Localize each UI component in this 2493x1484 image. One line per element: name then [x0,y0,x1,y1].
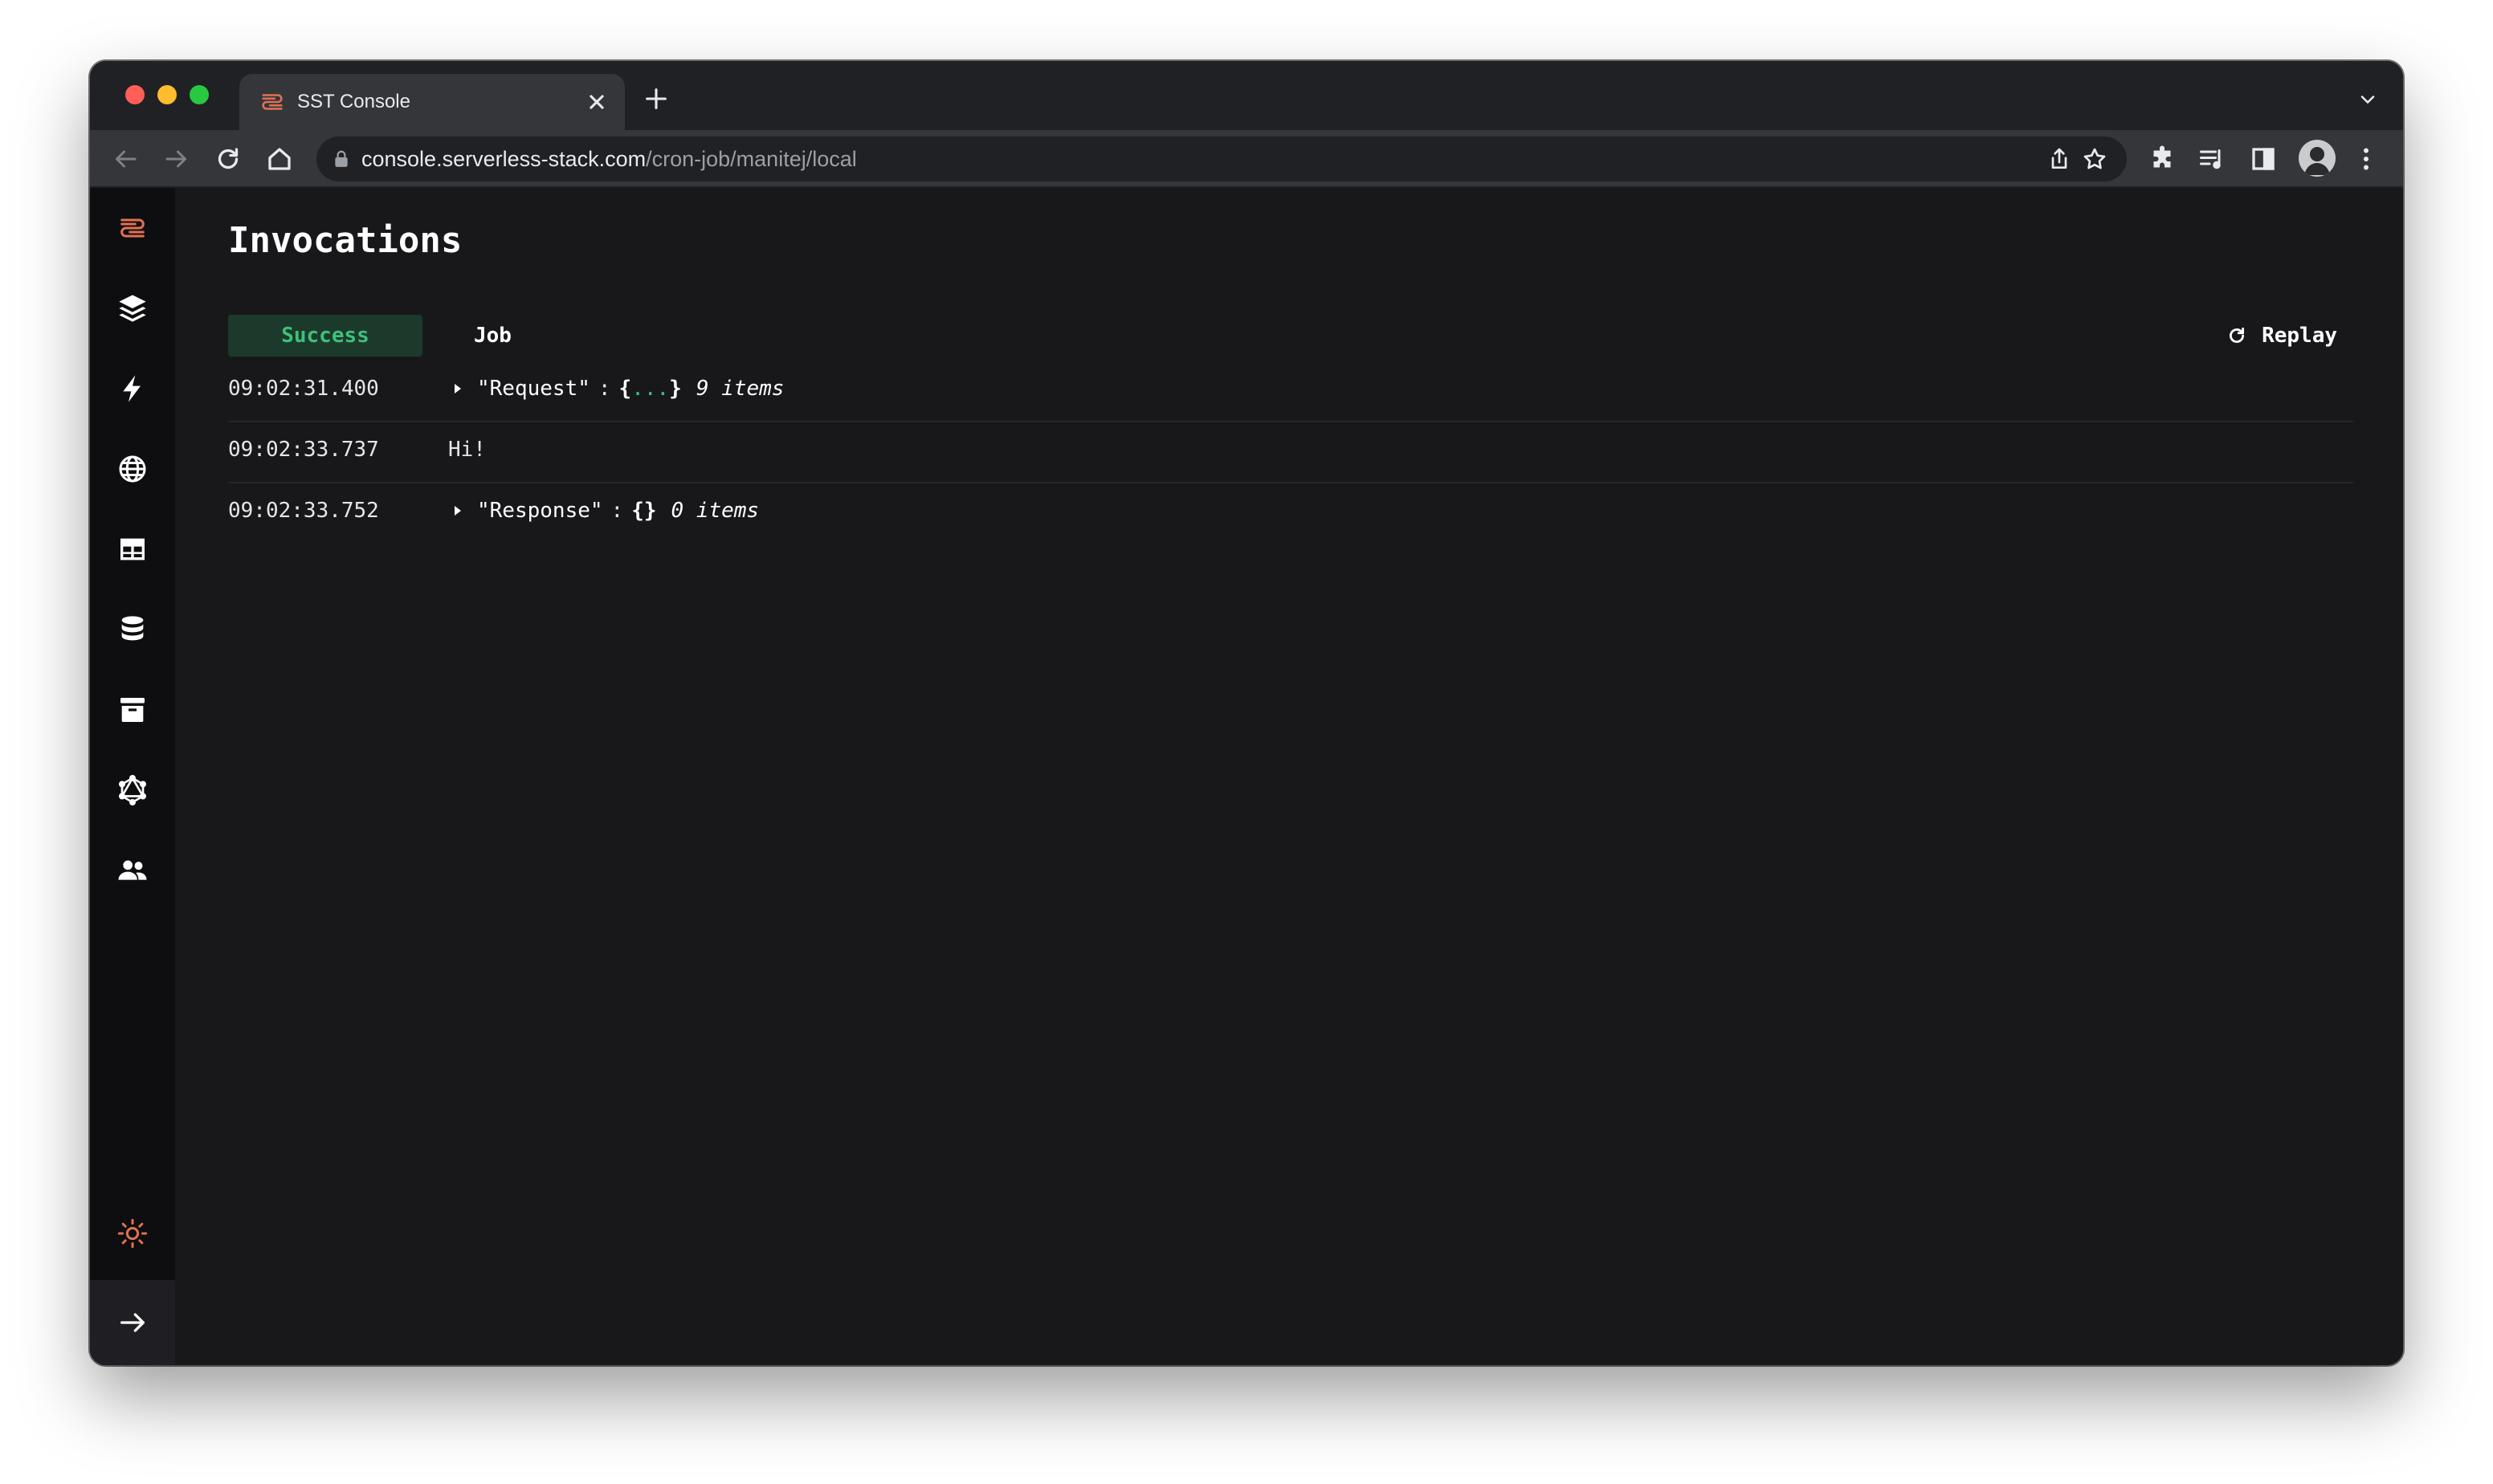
users-icon[interactable] [116,854,149,887]
json-item-count: 0 items [671,499,760,523]
table-icon[interactable] [116,533,149,565]
close-window-button[interactable] [125,85,145,104]
browser-toolbar: console.serverless-stack.com/cron-job/ma… [90,130,2403,188]
tab-strip: SST Console [90,61,2403,130]
expand-caret-icon [455,506,461,516]
status-badge: Success [228,315,422,357]
sidebar-expand-button[interactable] [90,1280,175,1365]
tab-search-chevron-icon[interactable] [2356,88,2379,111]
theme-sun-icon[interactable] [116,1217,149,1250]
lock-icon[interactable] [333,149,350,169]
sst-favicon-icon [262,94,283,110]
share-icon[interactable] [2046,146,2072,172]
bookmark-star-icon[interactable] [2082,146,2107,172]
forward-icon[interactable] [162,145,191,173]
browser-tab[interactable]: SST Console [239,74,625,130]
browser-window: SST Console console.serverless-stack.com… [90,61,2403,1365]
json-brace-close: } [669,377,682,401]
function-name: Job [474,324,512,348]
functions-lightning-icon[interactable] [116,373,149,405]
response-json-toggle[interactable]: "Response" : {} 0 items [448,498,759,524]
json-brace-open: { [618,377,632,401]
replay-label: Replay [2262,324,2337,348]
minimize-window-button[interactable] [157,85,177,104]
url-text: console.serverless-stack.com/cron-job/ma… [361,147,857,171]
log-row-response: 09:02:33.752 "Response" : {} 0 items [228,483,2353,544]
json-colon: : [598,377,611,401]
sst-logo-icon[interactable] [116,212,149,244]
back-icon[interactable] [111,145,140,173]
graphql-icon[interactable] [116,774,149,806]
expand-caret-icon [455,384,461,393]
request-json-toggle[interactable]: "Request" : { ... } 9 items [448,376,784,402]
expand-arrow-icon [120,1313,145,1332]
json-empty-braces: {} [631,499,657,523]
log-timestamp: 09:02:33.737 [228,438,379,462]
page-title: Invocations [228,220,463,261]
json-key: "Response" [477,499,603,523]
log-row-console: 09:02:33.737 Hi! [228,422,2353,483]
media-control-icon[interactable] [2197,145,2226,173]
sst-console-app: Invocations Success Job Replay 09:02:31.… [90,188,2403,1365]
user-avatar-icon [2304,147,2330,175]
maximize-window-button[interactable] [190,85,209,104]
side-panel-icon[interactable] [2249,145,2278,173]
tab-title: SST Console [297,91,410,112]
json-colon: : [610,499,624,523]
extensions-puzzle-icon[interactable] [2148,145,2177,173]
archive-bucket-icon[interactable] [116,694,149,726]
replay-icon [2230,327,2245,343]
profile-avatar[interactable] [2299,140,2336,177]
log-timestamp: 09:02:31.400 [228,377,379,401]
log-message: Hi! [448,438,486,462]
json-item-count: 9 items [696,377,785,401]
close-tab-icon[interactable] [583,88,610,116]
replay-button[interactable]: Replay [2226,321,2337,350]
api-globe-icon[interactable] [116,453,149,485]
invocation-log: 09:02:31.400 "Request" : { ... } 9 items… [228,361,2353,544]
browser-menu-icon[interactable] [2352,145,2381,173]
stacks-icon[interactable] [116,292,149,324]
sidebar [90,188,175,1365]
reload-icon[interactable] [214,145,243,173]
json-key: "Request" [477,377,590,401]
address-bar[interactable]: console.serverless-stack.com/cron-job/ma… [316,137,2127,181]
json-ellipsis: ... [631,377,670,401]
log-timestamp: 09:02:33.752 [228,499,379,523]
database-icon[interactable] [116,614,149,646]
home-icon[interactable] [265,145,294,173]
new-tab-icon[interactable] [643,85,670,112]
log-row-request: 09:02:31.400 "Request" : { ... } 9 items [228,361,2353,422]
